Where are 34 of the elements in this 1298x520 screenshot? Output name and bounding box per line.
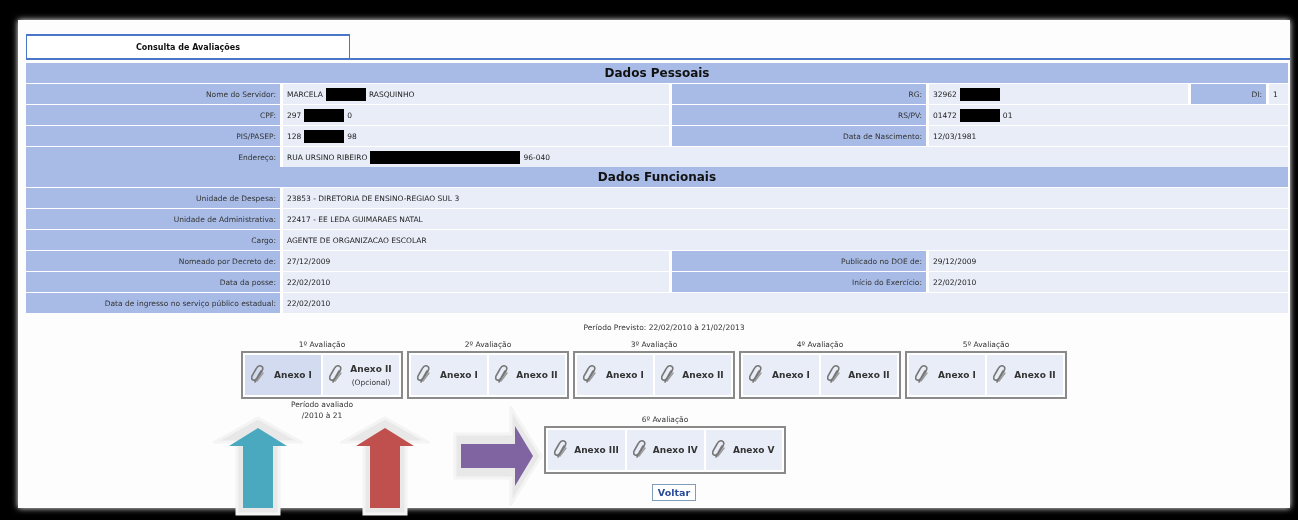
attachment-button[interactable]: Anexo IV (626, 430, 704, 470)
redaction-bar (959, 87, 1000, 101)
tab[interactable]: Consulta de Avaliações (26, 34, 350, 58)
paperclip-icon (632, 440, 647, 460)
paperclip-icon (827, 365, 841, 385)
paperclip-icon (915, 365, 929, 385)
back-button[interactable]: Voltar (651, 484, 697, 501)
redaction-bar (959, 108, 1000, 122)
redaction-bar (304, 108, 345, 122)
attachment-button[interactable]: Anexo I (743, 355, 819, 395)
paperclip-icon (417, 365, 431, 385)
paperclip-icon (993, 365, 1007, 385)
attachment-button[interactable]: Anexo III (548, 430, 625, 470)
section-header: Dados Pessoais (26, 63, 1288, 83)
paperclip-icon (554, 440, 569, 460)
attachment-button[interactable]: Anexo I (245, 355, 321, 395)
paperclip-icon (583, 365, 597, 385)
paperclip-icon (495, 365, 509, 385)
paperclip-icon (661, 365, 675, 385)
attachment-button[interactable]: Anexo II (821, 355, 897, 395)
section-header: Dados Funcionais (26, 167, 1288, 187)
paperclip-icon (251, 365, 265, 385)
attachment-button[interactable]: Anexo I (909, 355, 985, 395)
attachment-button[interactable]: Anexo I (411, 355, 487, 395)
attachment-button[interactable]: Anexo II (655, 355, 731, 395)
paperclip-icon (711, 440, 726, 460)
attachment-button[interactable]: Anexo V (705, 430, 782, 470)
attachment-button[interactable]: Anexo II (987, 355, 1063, 395)
paperclip-icon (749, 365, 763, 385)
redaction-bar (325, 87, 366, 101)
redaction-bar (304, 129, 345, 143)
paperclip-icon (329, 365, 343, 385)
attachment-button[interactable]: Anexo I (577, 355, 653, 395)
attachment-button[interactable]: Anexo II (489, 355, 565, 395)
